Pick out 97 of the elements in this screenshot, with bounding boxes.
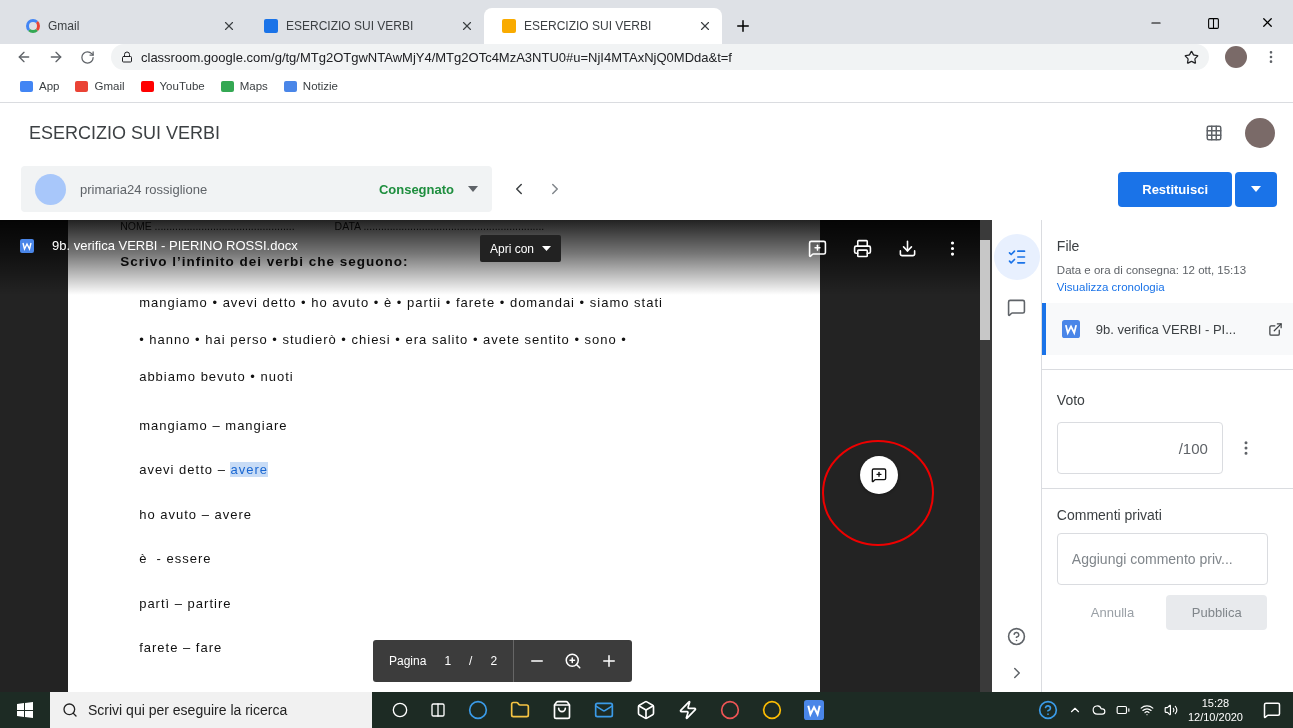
answer-text: partì – partire <box>139 595 232 611</box>
date-text: 12/10/2020 <box>1187 710 1243 724</box>
restore-icon[interactable] <box>1207 17 1220 30</box>
caret-icon <box>542 246 552 251</box>
tab-title: Gmail <box>48 19 81 33</box>
caret-icon <box>468 186 478 192</box>
exercise-heading: Scrivo l’infinito dei verbi che seguono: <box>120 254 410 271</box>
comment-field[interactable]: Aggiungi commento priv... <box>1056 533 1268 585</box>
close-icon[interactable] <box>698 19 712 33</box>
bookmark[interactable]: Maps <box>220 80 268 92</box>
help-icon[interactable] <box>1007 627 1027 646</box>
open-external-icon[interactable] <box>1268 321 1283 337</box>
section-title: File <box>1056 238 1081 254</box>
page-total: 2 <box>490 654 498 668</box>
bookmark[interactable]: Notizie <box>283 80 338 92</box>
tab-title: ESERCIZIO SUI VERBI <box>286 19 415 33</box>
lock-icon <box>121 51 133 63</box>
add-comment-button[interactable] <box>860 456 898 494</box>
page-number: 1 <box>444 654 452 668</box>
bookmark[interactable]: YouTube <box>140 80 205 92</box>
answer-text: è - essere <box>139 551 212 567</box>
browser-tab[interactable]: ESERCIZIO SUI VERBI <box>484 8 722 44</box>
mail-icon[interactable] <box>594 700 614 720</box>
tab-title: ESERCIZIO SUI VERBI <box>524 19 653 33</box>
windows-icon[interactable] <box>17 702 33 718</box>
status-label: Consegnato <box>378 181 454 197</box>
new-tab-icon[interactable] <box>734 17 752 35</box>
address-bar[interactable]: classroom.google.com/g/tg/MTg2OTgwNTAwMjY4/MTg2OTc4MzA3NTU0#u=NjI4MTAxNjQ0MDda&t=f <box>111 44 1209 70</box>
help-icon[interactable] <box>1037 700 1058 720</box>
search-icon <box>62 702 78 718</box>
close-icon[interactable] <box>1260 15 1275 30</box>
volume-icon[interactable] <box>1163 703 1178 717</box>
word-icon[interactable] <box>804 700 824 720</box>
download-icon[interactable] <box>898 239 918 258</box>
star-icon[interactable] <box>1184 49 1199 65</box>
add-comment-icon[interactable] <box>808 239 828 258</box>
profile-avatar[interactable] <box>1225 46 1247 68</box>
answer-text: avevi detto – avere <box>139 462 268 478</box>
task-view-icon[interactable] <box>430 702 446 718</box>
answer-text: mangiamo – mangiare <box>139 417 288 433</box>
taskbar-search[interactable]: Scrivi qui per eseguire la ricerca <box>50 692 372 728</box>
search-placeholder: Scrivi qui per eseguire la ricerca <box>88 702 288 718</box>
comments-icon[interactable] <box>1007 298 1027 317</box>
browser-tab[interactable]: ESERCIZIO SUI VERBI <box>246 8 484 44</box>
submission-date: Data e ora di consegna: 12 ott, 15:13 <box>1056 264 1248 276</box>
dropdown-button[interactable] <box>1235 171 1277 207</box>
cortana-icon[interactable] <box>392 702 408 718</box>
page-title: ESERCIZIO SUI VERBI <box>29 122 222 144</box>
clock[interactable]: 15:28 12/10/2020 <box>1187 696 1243 724</box>
close-icon[interactable] <box>222 19 236 33</box>
exercise-text: • hanno • hai perso • studierò • chiesi • era salito • avete sentito • sono • <box>139 332 627 347</box>
url-text: classroom.google.com/g/tg/MTg2OTgwNTAwMjY4/MTg2OTc4MzA3NTU0#u=NjI4MTAxNjQ0MDda&t=f <box>141 49 732 65</box>
caret-icon <box>1251 186 1261 192</box>
wifi-icon[interactable] <box>1139 703 1154 717</box>
google-icon <box>26 19 40 33</box>
reload-icon[interactable] <box>80 49 95 65</box>
forward-icon[interactable] <box>48 49 64 65</box>
exercise-text: mangiamo • avevi detto • ho avuto • è • partii • farete • domandai • siamo stati <box>139 295 663 310</box>
attachment-name: 9b. verifica VERBI - PI... <box>1095 321 1236 337</box>
section-title: Voto <box>1056 392 1086 408</box>
zoom-icon[interactable] <box>564 652 583 670</box>
back-icon[interactable] <box>16 49 32 65</box>
page-separator: / <box>469 654 473 668</box>
page-label: Pagina <box>389 654 427 668</box>
cloud-icon[interactable] <box>1091 703 1106 717</box>
browser-tab[interactable]: Gmail <box>8 8 246 44</box>
battery-icon[interactable] <box>1115 703 1130 717</box>
store-icon[interactable] <box>552 700 572 720</box>
return-button[interactable]: Restituisci <box>1118 171 1232 207</box>
grade-field[interactable]: /100 <box>1056 422 1223 474</box>
folder-icon[interactable] <box>510 700 530 720</box>
time-text: 15:28 <box>1201 696 1230 710</box>
box-icon[interactable] <box>636 700 656 720</box>
student-selector[interactable]: primaria24 rossiglione Consegnato <box>21 166 492 212</box>
answer-text: farete – fare <box>139 640 223 656</box>
exercise-text: abbiamo bevuto • nuoti <box>139 369 294 384</box>
files-tab[interactable] <box>993 234 1040 280</box>
history-link[interactable]: Visualizza cronologia <box>1056 281 1278 293</box>
file-name: 9b. verifica VERBI - PIERINO ROSSI.docx <box>52 238 298 253</box>
lightning-icon[interactable] <box>678 700 698 720</box>
word-file-icon <box>1061 320 1080 338</box>
print-icon[interactable] <box>853 239 873 258</box>
word-file-icon <box>20 239 34 253</box>
student-name: primaria24 rossiglione <box>80 181 208 197</box>
bookmark[interactable]: App <box>20 80 60 92</box>
person-icon <box>35 173 66 205</box>
close-icon[interactable] <box>460 19 474 33</box>
apps-grid-icon[interactable] <box>1205 124 1223 142</box>
open-with-button[interactable]: Apri con <box>480 235 562 262</box>
notification-icon[interactable] <box>1263 701 1281 719</box>
profile-avatar[interactable] <box>1245 118 1275 148</box>
bookmark[interactable]: Gmail <box>75 80 125 92</box>
file-attachment[interactable]: 9b. verifica VERBI - PI... <box>1041 303 1293 355</box>
add-comment-icon <box>871 467 887 483</box>
checklist-icon <box>1006 247 1027 267</box>
section-title: Commenti privati <box>1056 507 1163 523</box>
answer-text: ho avuto – avere <box>139 506 252 522</box>
